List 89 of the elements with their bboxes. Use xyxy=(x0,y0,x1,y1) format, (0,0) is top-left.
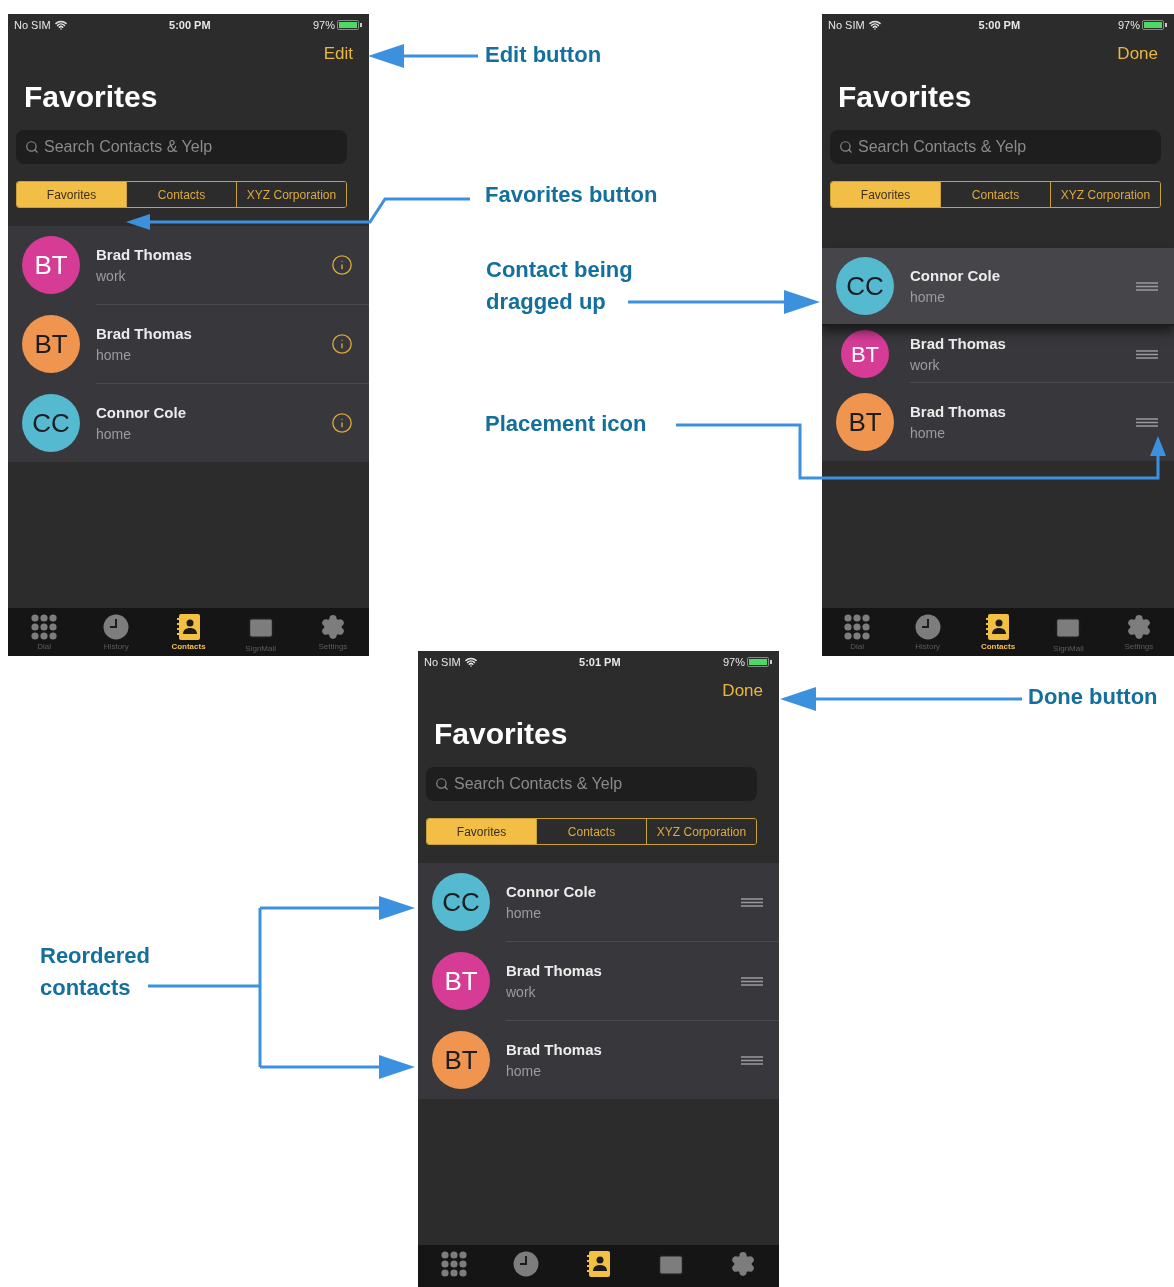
info-icon[interactable] xyxy=(331,333,353,355)
segment-tab[interactable]: XYZ Corporation xyxy=(236,182,346,207)
carrier-text: No SIM xyxy=(828,17,865,33)
screen-title: Favorites xyxy=(24,78,158,115)
search-field[interactable]: Search Contacts & Yelp xyxy=(830,130,1161,164)
contact-label: work xyxy=(910,356,941,375)
search-icon xyxy=(839,140,853,154)
segment-tab[interactable]: Favorites xyxy=(427,819,536,844)
status-time: 5:00 PM xyxy=(169,17,211,33)
contact-label: work xyxy=(506,983,537,1002)
contact-name: Brad Thomas xyxy=(506,961,603,981)
battery-icon xyxy=(1142,20,1168,30)
callout-label: Edit button xyxy=(485,41,603,69)
battery-percent: 97% xyxy=(722,654,745,670)
clock-icon xyxy=(103,614,130,640)
contact-name: Brad Thomas xyxy=(506,1040,603,1060)
battery-icon xyxy=(337,20,363,30)
contact-label: home xyxy=(96,425,133,444)
contact-row[interactable]: BT Brad Thomas home xyxy=(418,1021,779,1099)
keypad-icon xyxy=(844,614,871,640)
keypad-icon xyxy=(441,1251,468,1277)
reorder-handle-icon[interactable] xyxy=(1136,417,1158,427)
nav-button[interactable]: Done xyxy=(722,678,763,704)
search-field[interactable]: Search Contacts & Yelp xyxy=(16,130,347,164)
status-time: 5:00 PM xyxy=(978,17,1021,33)
contact-label: home xyxy=(910,288,947,307)
info-icon[interactable] xyxy=(331,412,353,434)
tab-bar-item[interactable]: Contacts xyxy=(962,614,1034,652)
dragged-contact-row[interactable]: CC Connor Cole home xyxy=(822,248,1174,326)
contact-name: Brad Thomas xyxy=(96,324,193,344)
reorder-handle-icon[interactable] xyxy=(1136,281,1158,291)
segment-tab[interactable]: Favorites xyxy=(831,182,940,207)
search-field[interactable]: Search Contacts & Yelp xyxy=(426,767,757,801)
battery-icon xyxy=(747,657,773,667)
callout-label: Contact being dragged up xyxy=(486,256,634,316)
contact-name: Brad Thomas xyxy=(910,402,1007,422)
segment-tab[interactable]: Favorites xyxy=(17,182,126,207)
contact-name: Brad Thomas xyxy=(910,334,1007,354)
settings-icon xyxy=(729,1251,756,1277)
settings-icon xyxy=(1125,614,1152,640)
clock-icon xyxy=(914,614,941,640)
contact-row[interactable]: BT Brad Thomas home xyxy=(822,383,1174,461)
callout-label: Reordered contacts xyxy=(40,942,152,1002)
contact-name: Brad Thomas xyxy=(96,245,193,265)
contact-row[interactable]: CC Connor Cole home xyxy=(8,384,369,462)
wifi-icon xyxy=(54,19,67,31)
wifi-icon xyxy=(868,19,881,31)
battery-percent: 97% xyxy=(1117,17,1140,33)
clock-icon xyxy=(513,1251,540,1277)
contact-name: Connor Cole xyxy=(910,266,1001,286)
callout-label: Favorites button xyxy=(485,181,659,209)
status-time: 5:01 PM xyxy=(579,654,621,670)
screen-title: Favorites xyxy=(838,78,972,115)
contact-row[interactable]: CC Connor Cole home xyxy=(418,863,779,941)
contact-row[interactable]: BT Brad Thomas home xyxy=(8,305,369,383)
settings-icon xyxy=(319,614,346,640)
contact-row[interactable]: BT Brad Thomas work xyxy=(822,326,1174,382)
address-book-icon xyxy=(986,614,1010,640)
nav-button[interactable]: Done xyxy=(1117,41,1158,67)
contact-label: home xyxy=(96,346,133,365)
search-icon xyxy=(25,140,39,154)
reorder-handle-icon[interactable] xyxy=(741,1055,763,1065)
callout-label: Placement icon xyxy=(485,410,648,438)
contact-name: Connor Cole xyxy=(96,403,187,423)
wifi-icon xyxy=(464,656,477,668)
reorder-handle-icon[interactable] xyxy=(1136,349,1158,359)
address-book-icon xyxy=(176,614,201,640)
screen-title: Favorites xyxy=(434,715,568,752)
contact-label: work xyxy=(96,267,127,286)
search-icon xyxy=(435,777,449,791)
callout-label: Done button xyxy=(1028,683,1159,711)
contact-name: Connor Cole xyxy=(506,882,597,902)
info-icon[interactable] xyxy=(331,254,353,276)
contact-row[interactable]: BT Brad Thomas work xyxy=(8,226,369,304)
carrier-text: No SIM xyxy=(14,17,51,33)
address-book-icon xyxy=(586,1251,611,1277)
reorder-handle-icon[interactable] xyxy=(741,897,763,907)
segment-tab[interactable]: XYZ Corporation xyxy=(646,819,756,844)
battery-percent: 97% xyxy=(312,17,335,33)
contact-label: home xyxy=(506,1062,543,1081)
reorder-handle-icon[interactable] xyxy=(741,976,763,986)
contact-row[interactable]: BT Brad Thomas work xyxy=(418,942,779,1020)
contact-label: home xyxy=(910,424,947,443)
keypad-icon xyxy=(31,614,58,640)
nav-button[interactable]: Edit xyxy=(323,41,353,67)
segment-tab[interactable]: XYZ Corporation xyxy=(1050,182,1160,207)
contact-label: home xyxy=(506,904,543,923)
tab-bar-item[interactable]: Contacts xyxy=(152,614,225,652)
carrier-text: No SIM xyxy=(424,654,461,670)
